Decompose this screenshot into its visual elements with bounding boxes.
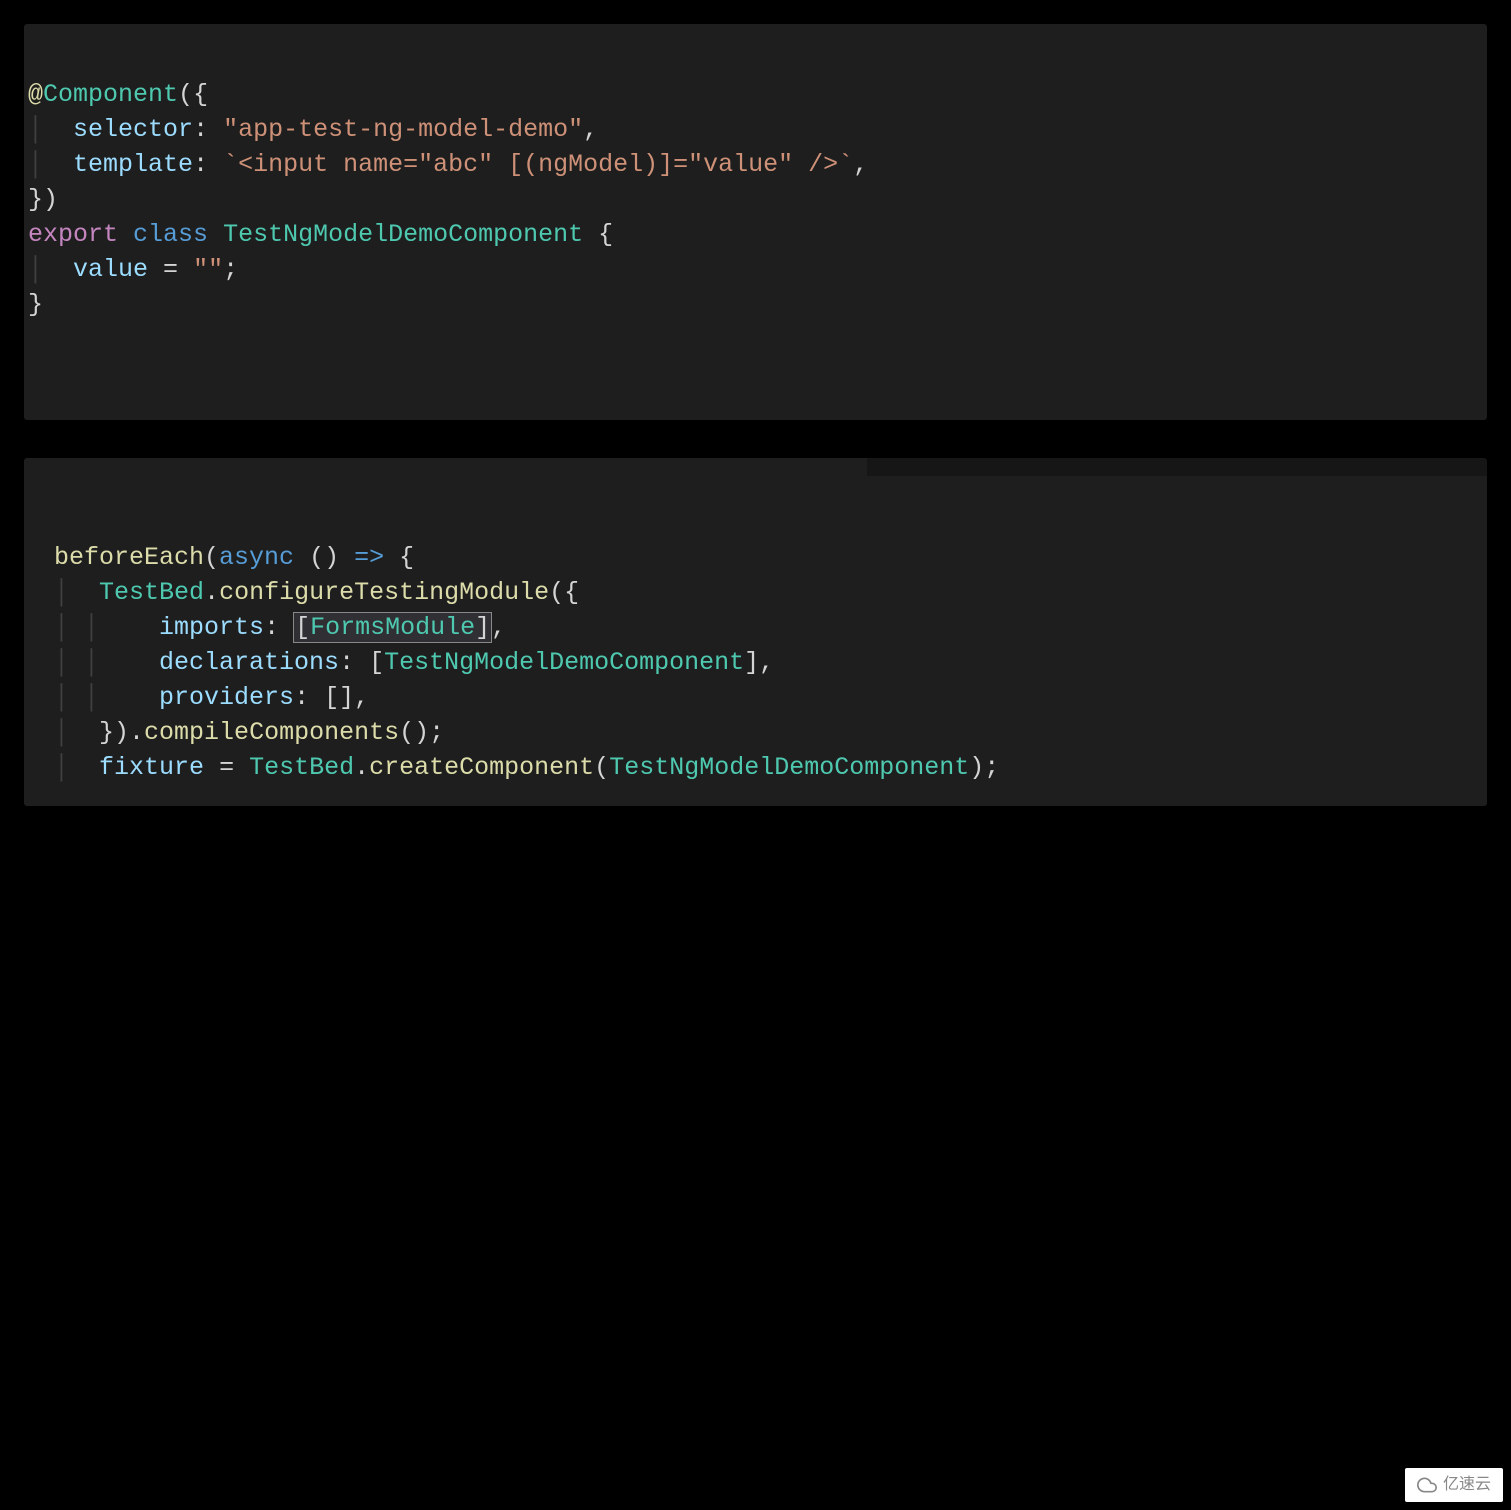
decorator-name: Component — [43, 80, 178, 109]
code-line: │ selector: "app-test-ng-model-demo", — [28, 115, 598, 144]
code-line: │ }).compileComponents(); — [54, 718, 444, 747]
create-arg: TestNgModelDemoComponent — [609, 753, 969, 782]
code-line: │ TestBed.configureTestingModule({ — [54, 578, 579, 607]
watermark-text: 亿速云 — [1443, 1474, 1491, 1496]
template-value: `<input name="abc" [(ngModel)]="value" /… — [223, 150, 853, 179]
cls-testbed: TestBed — [99, 578, 204, 607]
providers-value: [] — [324, 683, 354, 712]
prop-imports: imports — [159, 613, 264, 642]
decorator-close: }) — [28, 185, 58, 214]
prop-selector: selector — [73, 115, 193, 144]
decorator-at: @ — [28, 80, 43, 109]
kw-class: class — [133, 220, 208, 249]
prop-template: template — [73, 150, 193, 179]
code-line: export class TestNgModelDemoComponent { — [28, 220, 613, 249]
class-name: TestNgModelDemoComponent — [223, 220, 583, 249]
arrow: => — [339, 543, 399, 572]
imports-value: FormsModule — [310, 613, 475, 642]
prop-declarations: declarations — [159, 648, 339, 677]
class-close: } — [28, 290, 43, 319]
code-block-2: beforeEach(async () => { │ TestBed.confi… — [24, 458, 1487, 806]
code-line: │ │ declarations: [TestNgModelDemoCompon… — [54, 648, 774, 677]
var-fixture: fixture — [99, 753, 204, 782]
code-line: │ fixture = TestBed.createComponent(Test… — [54, 753, 999, 782]
kw-export: export — [28, 220, 118, 249]
brace-open: { — [193, 80, 208, 109]
fn-configure: configureTestingModule — [219, 578, 549, 607]
cloud-icon — [1417, 1475, 1437, 1495]
code-line: │ value = ""; — [28, 255, 238, 284]
code-line: @Component({ — [28, 80, 208, 109]
code-line: }) — [28, 185, 58, 214]
code-line: │ │ providers: [], — [54, 683, 369, 712]
selector-value: "app-test-ng-model-demo" — [223, 115, 583, 144]
kw-async: async — [219, 543, 294, 572]
fn-compile: compileComponents — [144, 718, 399, 747]
code-line: } — [28, 290, 43, 319]
fn-beforeeach: beforeEach — [54, 543, 204, 572]
watermark-badge: 亿速云 — [1405, 1468, 1503, 1502]
code-block-1: @Component({ │ selector: "app-test-ng-mo… — [24, 24, 1487, 420]
code-line: │ template: `<input name="abc" [(ngModel… — [28, 150, 868, 179]
fn-createcomponent: createComponent — [369, 753, 594, 782]
prop-providers: providers — [159, 683, 294, 712]
selection-highlight[interactable]: [FormsModule] — [294, 613, 491, 642]
code-line: │ │ imports: [FormsModule], — [54, 613, 506, 642]
declarations-value: TestNgModelDemoComponent — [384, 648, 744, 677]
field-value: value — [73, 255, 148, 284]
paren-open: ( — [178, 80, 193, 109]
code-line: beforeEach(async () => { — [54, 543, 414, 572]
minimap-shadow — [867, 458, 1487, 476]
